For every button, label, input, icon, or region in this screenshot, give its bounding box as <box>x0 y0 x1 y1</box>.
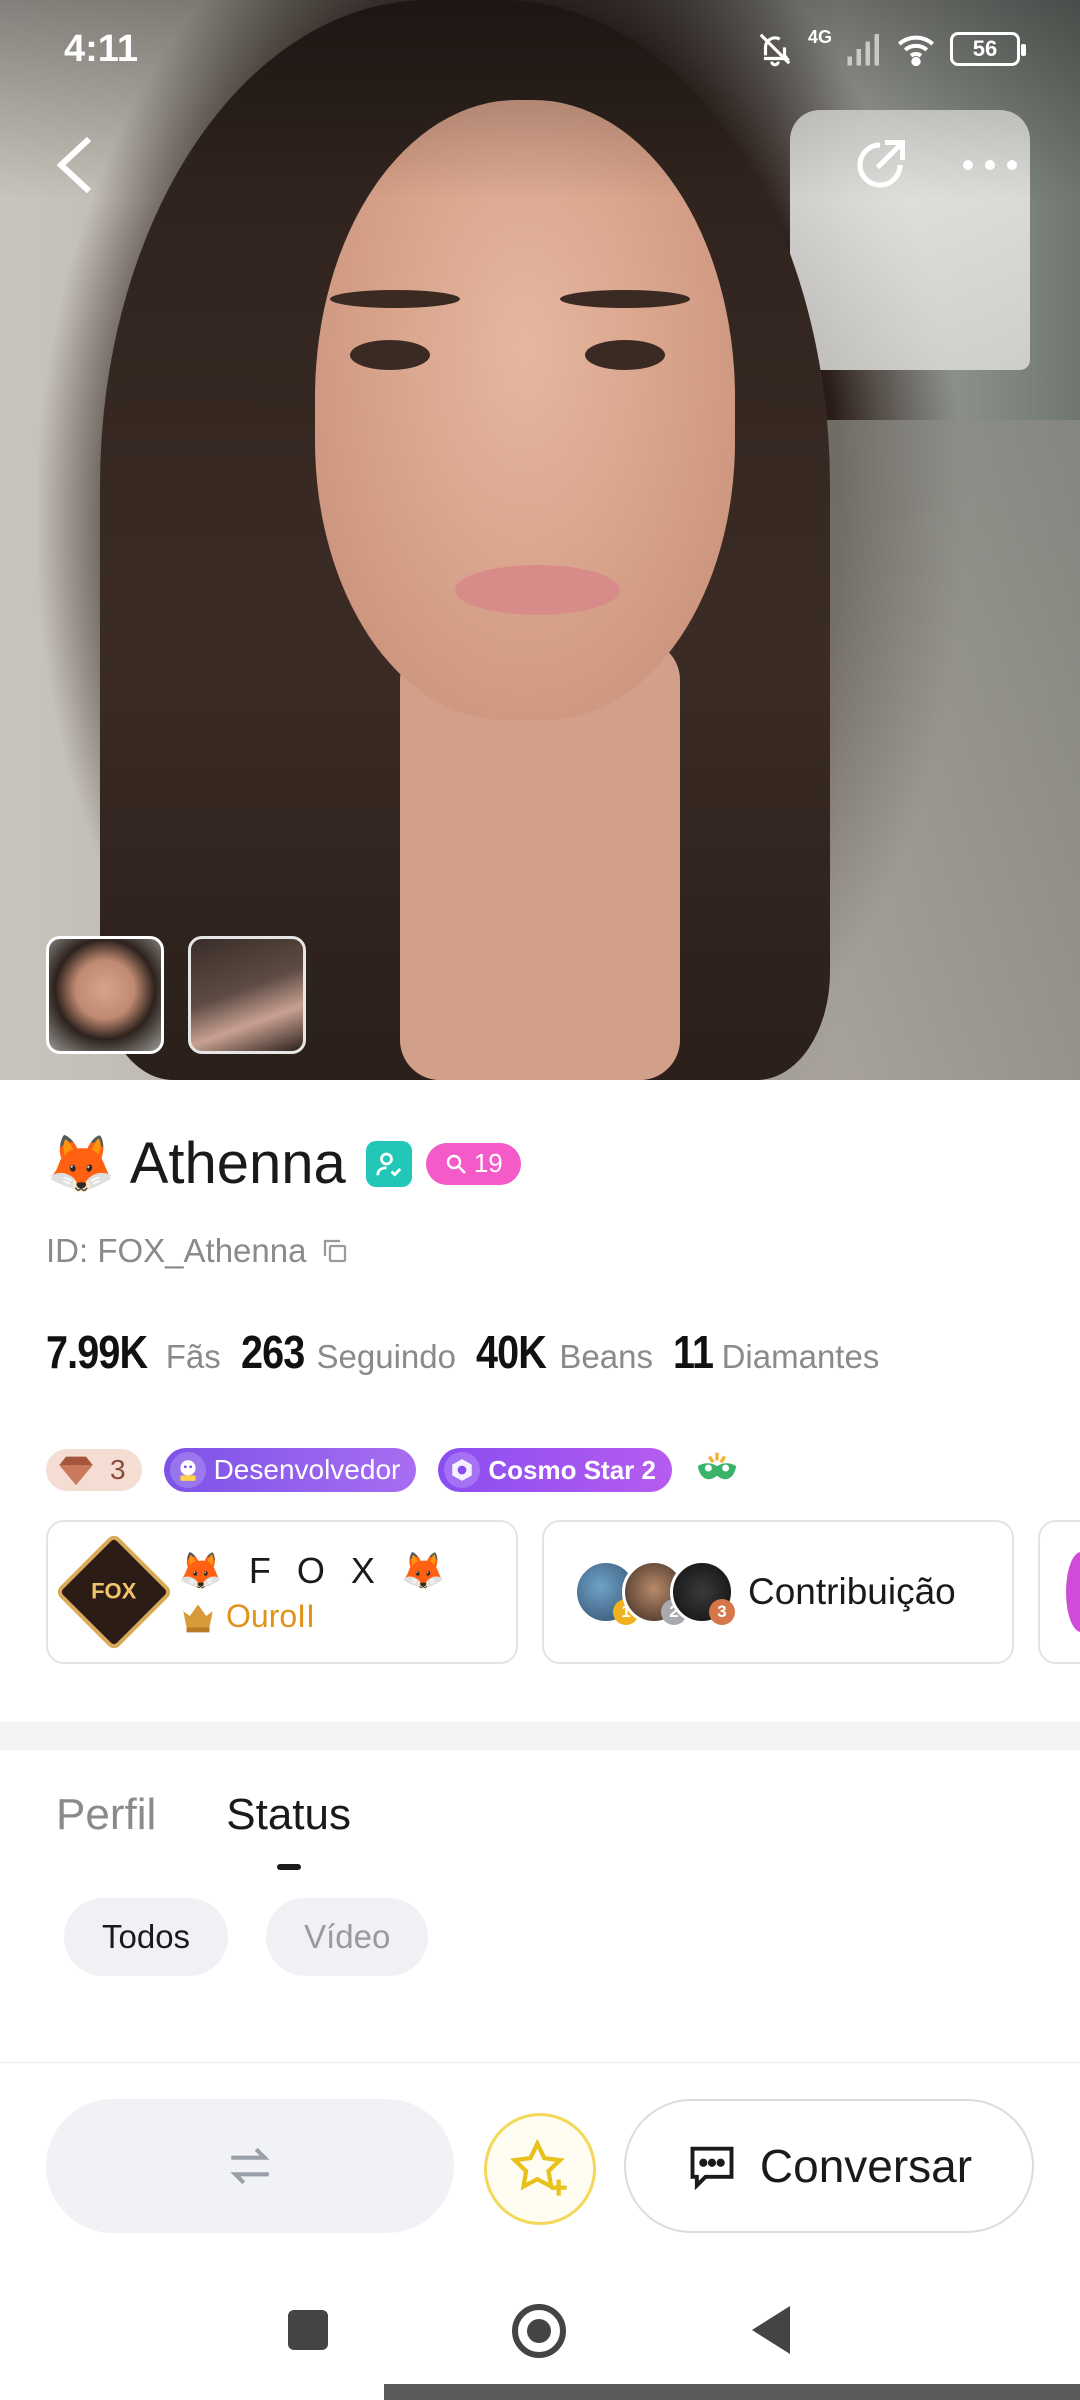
chevron-left-icon <box>56 136 92 194</box>
photo-thumbnails <box>46 936 306 1054</box>
photo-eye <box>585 340 665 370</box>
profile-name-row: 🦊 Athenna 19 <box>46 1130 521 1197</box>
cosmo-star-badge[interactable]: Cosmo Star 2 <box>438 1448 672 1492</box>
photo-eye <box>350 340 430 370</box>
next-card-peek[interactable] <box>1038 1520 1080 1664</box>
family-info: 🦊 F O X 🦊 OuroII <box>178 1550 454 1635</box>
level-badge[interactable]: 19 <box>425 1142 521 1185</box>
family-rank: OuroII <box>178 1598 454 1635</box>
family-logo-text: FOX <box>91 1578 137 1604</box>
verified-badge[interactable] <box>365 1140 412 1187</box>
status-bar: 4:11 4G 56 <box>0 0 1080 100</box>
crown-icon <box>183 1604 213 1633</box>
star-plus-icon <box>509 2138 567 2196</box>
share-button[interactable] <box>840 125 920 205</box>
following-label[interactable]: Seguindo <box>317 1338 456 1376</box>
network-type: 4G <box>807 26 832 47</box>
status-filters: Todos Vídeo <box>64 1898 429 1976</box>
tab-status[interactable]: Status <box>226 1790 351 1870</box>
mask-icon[interactable] <box>694 1450 740 1490</box>
family-card[interactable]: FOX 🦊 F O X 🦊 OuroII <box>46 1520 518 1664</box>
family-logo: FOX <box>54 1532 174 1652</box>
top-contributors: 1 2 3 <box>574 1560 735 1625</box>
battery-icon: 56 <box>950 32 1026 66</box>
peek-icon <box>1066 1552 1080 1632</box>
copy-icon[interactable] <box>320 1236 350 1266</box>
photo-brow <box>330 290 460 308</box>
more-button[interactable] <box>950 135 1030 195</box>
chat-label: Conversar <box>759 2140 973 2192</box>
section-divider <box>0 1722 1080 1750</box>
recents-button[interactable] <box>288 2310 328 2350</box>
profile-name: Athenna <box>129 1131 346 1196</box>
follow-star-button[interactable] <box>484 2113 596 2225</box>
system-back-button[interactable] <box>752 2306 790 2354</box>
cosmo-label: Cosmo Star 2 <box>488 1454 656 1485</box>
swap-button[interactable] <box>46 2099 454 2233</box>
tab-perfil[interactable]: Perfil <box>56 1790 156 1840</box>
filter-video[interactable]: Vídeo <box>266 1898 429 1976</box>
home-button[interactable] <box>512 2304 566 2358</box>
rank-badge: 3 <box>709 1599 735 1625</box>
gem-count: 3 <box>110 1454 126 1485</box>
back-button[interactable] <box>40 120 110 210</box>
swap-arrows-icon <box>230 2147 270 2185</box>
developer-label: Desenvolvedor <box>213 1454 401 1485</box>
fox-emoji: 🦊 <box>46 1131 116 1195</box>
family-rank-label: OuroII <box>226 1597 315 1634</box>
chat-icon <box>690 2146 734 2190</box>
user-id-row: ID: FOX_Athenna <box>46 1232 350 1270</box>
status-time: 4:11 <box>64 28 138 70</box>
bottom-action-bar: Conversar <box>0 2062 1080 2262</box>
contributor-avatar: 3 <box>670 1560 735 1625</box>
cosmo-icon <box>444 1452 481 1488</box>
profile-cards-row: FOX 🦊 F O X 🦊 OuroII 1 2 3 Contribuição <box>46 1520 1080 1664</box>
diamonds-count[interactable]: 11 <box>673 1325 714 1379</box>
fans-label[interactable]: Fãs <box>166 1338 221 1376</box>
contribution-card[interactable]: 1 2 3 Contribuição <box>542 1520 1014 1664</box>
signal-icon <box>847 34 879 66</box>
developer-badge[interactable]: Desenvolvedor <box>163 1448 417 1492</box>
photo-brow <box>560 290 690 308</box>
user-id: ID: FOX_Athenna <box>46 1232 307 1269</box>
profile-tabs: Perfil Status <box>56 1790 351 1870</box>
developer-icon <box>169 1452 206 1488</box>
following-count[interactable]: 263 <box>241 1325 305 1379</box>
more-dots-icon <box>963 160 1017 170</box>
status-icons: 4G 56 <box>756 26 1026 68</box>
photo-thumbnail[interactable] <box>188 936 306 1054</box>
diamonds-label[interactable]: Diamantes <box>722 1338 880 1376</box>
stats-row: 7.99K Fãs 263 Seguindo 40K Beans 11 Diam… <box>46 1325 899 1379</box>
gem-level-badge[interactable]: 3 <box>46 1449 142 1491</box>
home-indicator <box>384 2384 1080 2400</box>
wifi-icon <box>898 35 934 66</box>
badges-row: 3 Desenvolvedor Cosmo Star 2 <box>46 1448 740 1492</box>
beans-count[interactable]: 40K <box>476 1325 547 1379</box>
beans-label[interactable]: Beans <box>559 1338 653 1376</box>
gem-icon <box>59 1456 93 1485</box>
level-icon <box>446 1154 466 1174</box>
filter-todos[interactable]: Todos <box>64 1898 229 1976</box>
photo-thumbnail[interactable] <box>46 936 164 1054</box>
system-nav-bar <box>0 2262 1080 2400</box>
chat-button[interactable]: Conversar <box>624 2099 1034 2233</box>
fans-count[interactable]: 7.99K <box>46 1325 148 1379</box>
family-name: 🦊 F O X 🦊 <box>178 1549 454 1591</box>
share-icon <box>857 140 905 188</box>
bell-muted-icon <box>759 33 791 67</box>
verified-user-icon <box>376 1152 402 1177</box>
battery-level: 56 <box>972 36 998 61</box>
contribution-label: Contribuição <box>748 1571 956 1612</box>
level-value: 19 <box>473 1148 503 1178</box>
photo-lips <box>455 565 620 615</box>
